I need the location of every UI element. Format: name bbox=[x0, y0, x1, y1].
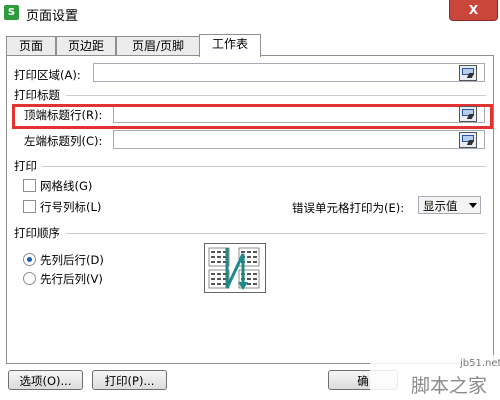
print-area-label: 打印区域(A): bbox=[14, 68, 81, 82]
window-title: 页面设置 bbox=[26, 9, 79, 24]
range-picker-icon[interactable] bbox=[459, 65, 477, 81]
down-then-over-radio[interactable] bbox=[23, 253, 36, 266]
tab-margins[interactable]: 页边距 bbox=[56, 36, 116, 56]
left-cols-label: 左端标题列(C): bbox=[24, 134, 103, 148]
cell-errors-label: 错误单元格打印为(E): bbox=[292, 201, 405, 215]
tab-sheet[interactable]: 工作表 bbox=[199, 34, 261, 57]
page-order-heading: 打印顺序 bbox=[14, 226, 60, 240]
app-icon: S bbox=[4, 5, 19, 20]
print-heading: 打印 bbox=[14, 159, 37, 173]
over-then-down-label: 先行后列(V) bbox=[40, 272, 103, 286]
tab-page[interactable]: 页面 bbox=[6, 36, 56, 56]
group-divider bbox=[42, 166, 486, 167]
down-then-over-label: 先列后行(D) bbox=[40, 253, 104, 267]
row-col-headers-label: 行号列标(L) bbox=[40, 200, 102, 214]
options-button[interactable]: 选项(O)... bbox=[8, 370, 83, 390]
gridlines-checkbox[interactable] bbox=[23, 179, 36, 192]
top-rows-label: 顶端标题行(R): bbox=[24, 108, 103, 122]
watermark-site: jb51.net bbox=[460, 358, 500, 369]
range-picker-icon[interactable] bbox=[459, 106, 477, 122]
chevron-down-icon bbox=[469, 203, 477, 208]
row-col-headers-checkbox[interactable] bbox=[23, 200, 36, 213]
left-cols-input[interactable] bbox=[113, 130, 485, 149]
page-order-preview-icon bbox=[204, 243, 266, 293]
title-bar: S 页面设置 X bbox=[0, 0, 500, 26]
print-titles-heading: 打印标题 bbox=[14, 88, 60, 102]
print-area-input[interactable] bbox=[93, 63, 485, 82]
tab-header-footer[interactable]: 页眉/页脚 bbox=[116, 36, 200, 56]
close-button[interactable]: X bbox=[449, 0, 498, 21]
cell-errors-value: 显示值 bbox=[423, 199, 458, 213]
print-button[interactable]: 打印(P)... bbox=[92, 370, 167, 390]
range-picker-icon[interactable] bbox=[459, 132, 477, 148]
group-divider bbox=[66, 233, 486, 234]
gridlines-label: 网格线(G) bbox=[40, 179, 93, 193]
watermark-text: 脚本之家 bbox=[411, 375, 488, 397]
group-divider bbox=[66, 95, 486, 96]
cell-errors-select[interactable]: 显示值 bbox=[418, 196, 481, 214]
page-order-diagram bbox=[208, 247, 260, 290]
over-then-down-radio[interactable] bbox=[23, 272, 36, 285]
